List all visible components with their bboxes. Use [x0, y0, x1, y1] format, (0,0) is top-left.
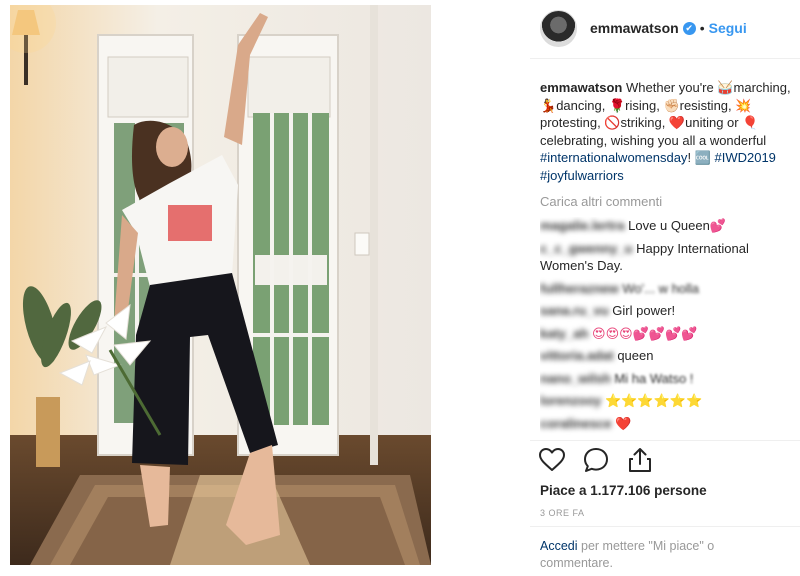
comment-username[interactable]: coralinesce	[540, 415, 612, 433]
caption-text: Whether you're	[626, 80, 718, 95]
boom-emoji: 💥	[735, 97, 752, 113]
rose-emoji: 🌹	[608, 97, 626, 113]
comment-item: vittoria.adat queen	[540, 347, 798, 365]
load-more-comments-button[interactable]: Carica altri commenti	[540, 194, 662, 209]
caption-text: marching,	[733, 80, 791, 95]
post-header: emmawatson ✔ • Segui	[530, 9, 800, 47]
comment-text: Girl power!	[612, 303, 676, 318]
balloon-emoji: 🎈	[742, 115, 759, 130]
comment-username[interactable]: nano_wilsh	[540, 370, 611, 388]
comment-item: coralinesce ❤️	[540, 415, 798, 433]
actions-divider	[530, 440, 800, 441]
caption-username[interactable]: emmawatson	[540, 80, 622, 95]
login-prompt: Accedi per mettere "Mi piace" o commenta…	[540, 538, 790, 572]
header-separator: •	[699, 20, 705, 36]
comment-item: lorenzooy ⭐⭐⭐⭐⭐⭐	[540, 392, 798, 410]
post-photo[interactable]	[10, 5, 431, 565]
comment-username[interactable]: sana.ru_vu	[540, 302, 609, 320]
verified-badge-icon: ✔	[682, 21, 696, 35]
avatar[interactable]	[540, 9, 577, 47]
heart-emoji: ❤️	[668, 115, 686, 130]
share-icon[interactable]	[626, 446, 654, 474]
comment-text: Mi ha Watso !	[614, 370, 694, 386]
comment-item: c_c_gwenny_u Happy International Women's…	[540, 240, 798, 275]
comment-text: Wo'... w holla	[622, 280, 700, 296]
comment-text: Love u Queen	[628, 218, 710, 233]
comments-list: magalie.lertra Love u Queen💕 c_c_gwenny_…	[540, 217, 798, 439]
gif-emoji: 🆒	[694, 150, 711, 165]
hashtag-link[interactable]: #internationalwomensday	[540, 150, 687, 165]
comment-emoji: 💕	[709, 218, 727, 233]
comment-emoji: ⭐⭐⭐⭐⭐⭐	[605, 393, 703, 408]
dancer-emoji: 💃	[540, 97, 557, 113]
comment-text: queen	[617, 348, 654, 363]
caption-text: celebrating, wishing you all a wonderful	[540, 132, 767, 148]
comment-emoji: 😍😍😍💕💕💕💕	[592, 325, 698, 341]
follow-button[interactable]: Segui	[709, 20, 747, 36]
comment-item: sana.ru_vu Girl power!	[540, 302, 798, 320]
comment-username[interactable]: fullheraznew	[540, 280, 619, 298]
comment-username[interactable]: lorenzooy	[540, 392, 601, 410]
fist-emoji: ✊🏻	[663, 97, 680, 113]
likes-count[interactable]: Piace a 1.177.106 persone	[540, 483, 707, 498]
caption-text: striking,	[620, 115, 669, 130]
caption-text: !	[687, 150, 695, 165]
login-link[interactable]: Accedi	[540, 539, 578, 553]
comment-item: magalie.lertra Love u Queen💕	[540, 217, 798, 235]
hashtag-link[interactable]: #IWD2019	[714, 150, 775, 165]
post-actions	[538, 446, 688, 474]
caption-text: protesting,	[540, 115, 605, 130]
post-caption: emmawatson Whether you're 🥁marching, 💃da…	[540, 79, 800, 184]
heart-outline-icon[interactable]	[538, 446, 566, 474]
post-side-panel: emmawatson ✔ • Segui emmawatson Whether …	[530, 0, 800, 576]
hashtag-link[interactable]: #joyfulwarriors	[540, 168, 624, 183]
post-timestamp: 3 ORE FA	[540, 508, 585, 518]
comment-item: katy_ah 😍😍😍💕💕💕💕	[540, 325, 798, 343]
caption-text: dancing,	[556, 97, 609, 113]
photo-illustration	[10, 5, 431, 565]
drum-emoji: 🥁	[717, 80, 734, 95]
stop-emoji: 🚫	[604, 115, 621, 130]
header-divider	[530, 58, 800, 59]
comment-item: nano_wilsh Mi ha Watso !	[540, 370, 798, 388]
header-username[interactable]: emmawatson	[590, 20, 679, 36]
comment-username[interactable]: vittoria.adat	[540, 347, 614, 365]
caption-text: rising,	[625, 97, 664, 113]
speech-bubble-icon[interactable]	[582, 446, 610, 474]
caption-text: uniting or	[685, 115, 743, 130]
comment-item: fullheraznew Wo'... w holla	[540, 280, 798, 298]
login-divider	[530, 526, 800, 527]
comment-username[interactable]: magalie.lertra	[540, 217, 625, 235]
comment-username[interactable]: c_c_gwenny_u	[540, 240, 633, 258]
comment-emoji: ❤️	[615, 415, 632, 431]
caption-text: resisting,	[679, 97, 736, 113]
comment-username[interactable]: katy_ah	[540, 325, 588, 343]
